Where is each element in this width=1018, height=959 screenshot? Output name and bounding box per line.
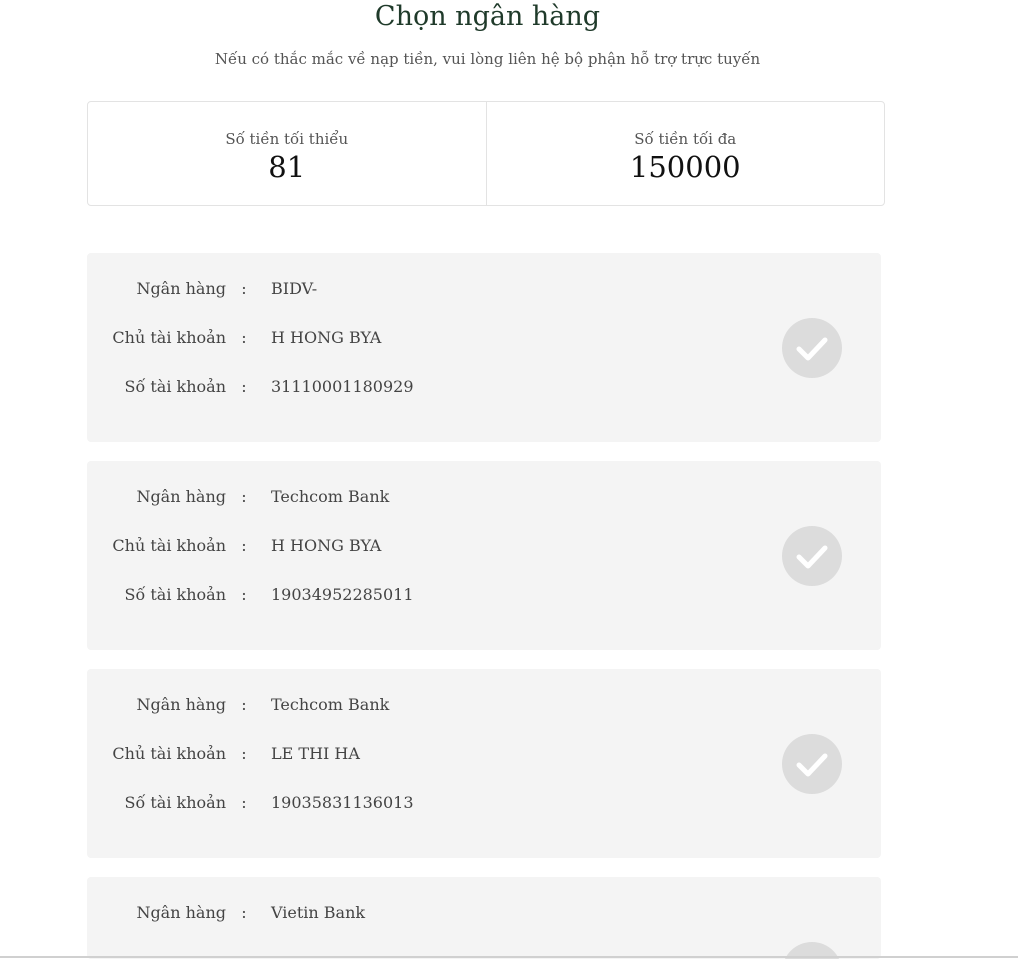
- bank-name-value: Techcom Bank: [271, 695, 390, 714]
- account-number-label: Số tài khoản: [124, 377, 226, 396]
- deposit-limits: Số tiền tối thiểu 81 Số tiền tối đa 1500…: [87, 101, 885, 206]
- bank-option-card[interactable]: Ngân hàng : Vietin Bank: [87, 877, 881, 959]
- check-icon[interactable]: [782, 318, 842, 378]
- min-amount-box: Số tiền tối thiểu 81: [88, 102, 486, 205]
- bank-name-label: Ngân hàng: [136, 903, 226, 922]
- divider: [0, 956, 1018, 958]
- account-number-value: 19035831136013: [271, 793, 414, 812]
- separator: :: [241, 744, 247, 763]
- check-icon[interactable]: [782, 734, 842, 794]
- account-number-value: 31110001180929: [271, 377, 414, 396]
- min-amount-value: 81: [268, 150, 306, 184]
- account-number-value: 19034952285011: [271, 585, 414, 604]
- account-holder-value: H HONG BYA: [271, 328, 382, 347]
- separator: :: [241, 903, 247, 922]
- separator: :: [241, 328, 247, 347]
- separator: :: [241, 487, 247, 506]
- account-holder-value: H HONG BYA: [271, 536, 382, 555]
- separator: :: [241, 695, 247, 714]
- check-icon: [796, 545, 828, 569]
- page-subtitle: Nếu có thắc mắc về nạp tiền, vui lòng li…: [214, 50, 761, 68]
- bank-name-value: BIDV-: [271, 279, 318, 298]
- max-amount-label: Số tiền tối đa: [634, 130, 737, 148]
- bank-name-value: Vietin Bank: [271, 903, 366, 922]
- separator: :: [241, 279, 247, 298]
- separator: :: [241, 536, 247, 555]
- account-holder-value: LE THI HA: [271, 744, 360, 763]
- bank-name-label: Ngân hàng: [136, 487, 226, 506]
- separator: :: [241, 377, 247, 396]
- bank-option-card[interactable]: Ngân hàng : Techcom Bank Chủ tài khoản :…: [87, 669, 881, 858]
- check-icon: [796, 337, 828, 361]
- account-holder-label: Chủ tài khoản: [112, 744, 226, 763]
- check-icon: [796, 753, 828, 777]
- separator: :: [241, 793, 247, 812]
- bank-name-value: Techcom Bank: [271, 487, 390, 506]
- bank-option-card[interactable]: Ngân hàng : BIDV- Chủ tài khoản : H HONG…: [87, 253, 881, 442]
- account-holder-label: Chủ tài khoản: [112, 328, 226, 347]
- separator: :: [241, 585, 247, 604]
- account-holder-label: Chủ tài khoản: [112, 536, 226, 555]
- page-title: Chọn ngân hàng: [374, 1, 601, 32]
- bank-option-card[interactable]: Ngân hàng : Techcom Bank Chủ tài khoản :…: [87, 461, 881, 650]
- bank-name-label: Ngân hàng: [136, 695, 226, 714]
- max-amount-value: 150000: [629, 150, 741, 184]
- min-amount-label: Số tiền tối thiểu: [225, 130, 349, 148]
- bank-name-label: Ngân hàng: [136, 279, 226, 298]
- check-icon[interactable]: [782, 526, 842, 586]
- max-amount-box: Số tiền tối đa 150000: [485, 102, 885, 205]
- account-number-label: Số tài khoản: [124, 793, 226, 812]
- account-number-label: Số tài khoản: [124, 585, 226, 604]
